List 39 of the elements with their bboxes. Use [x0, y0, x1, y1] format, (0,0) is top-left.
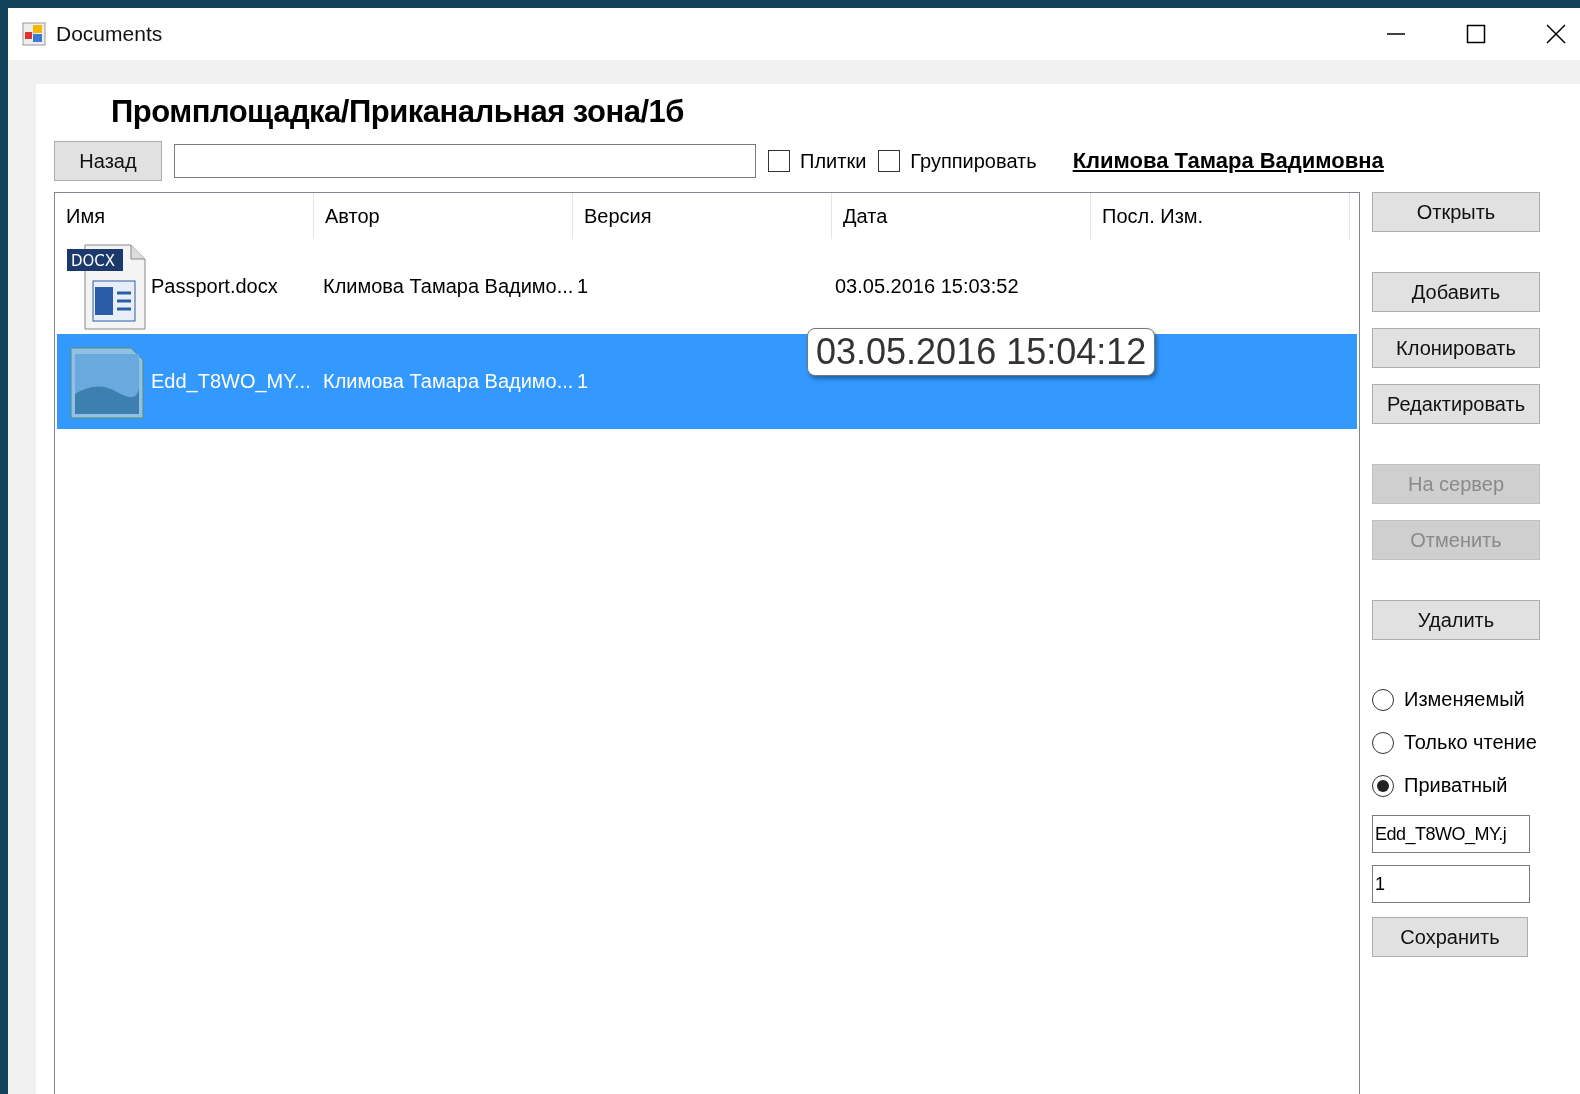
column-header[interactable]: Версия: [573, 193, 832, 239]
version-field[interactable]: 1: [1372, 865, 1530, 903]
close-icon[interactable]: [1546, 24, 1566, 44]
checkbox-label: Плитки: [800, 149, 867, 173]
author-cell-text: Климова Тамара Вадимо...: [322, 275, 575, 298]
column-header[interactable]: Имя: [55, 193, 314, 239]
file-name-field[interactable]: Edd_T8WO_MY.j: [1372, 815, 1530, 853]
action-button[interactable]: Редактировать: [1372, 384, 1540, 424]
column-header[interactable]: Посл. Изм.: [1091, 193, 1350, 239]
radio-label: Только чтение: [1404, 731, 1537, 754]
author-cell-text: Климова Тамара Вадимо...: [322, 370, 575, 393]
radio-label: Приватный: [1404, 774, 1508, 797]
version-cell-text: 1: [577, 370, 590, 393]
radio-button[interactable]: [1372, 731, 1394, 754]
version-cell-text: 1: [577, 275, 590, 298]
date-cell-text: 03.05.2016 15:03:52: [835, 275, 1020, 298]
app-icon: [22, 22, 46, 46]
user-link[interactable]: Климова Тамара Вадимовна: [1072, 148, 1384, 174]
back-button[interactable]: Назад: [54, 141, 162, 181]
radio-button[interactable]: [1372, 774, 1394, 797]
save-button[interactable]: Сохранить: [1372, 917, 1528, 957]
maximize-icon[interactable]: [1466, 24, 1486, 44]
action-button[interactable]: Открыть: [1372, 192, 1540, 232]
search-field[interactable]: [174, 144, 756, 178]
action-button[interactable]: Удалить: [1372, 600, 1540, 640]
window-title: Documents: [56, 22, 163, 46]
file-name: Passport.docx: [151, 275, 278, 298]
tooltip: 03.05.2016 15:04:12: [807, 328, 1156, 376]
checkbox-label: Группировать: [910, 149, 1037, 173]
column-header[interactable]: Автор: [314, 193, 573, 239]
action-button[interactable]: Добавить: [1372, 272, 1540, 312]
checkbox[interactable]: [878, 150, 901, 172]
action-button[interactable]: Клонировать: [1372, 328, 1540, 368]
path-title: Промплощадка/Приканальная зона/1б: [110, 94, 685, 131]
column-header[interactable]: Дата: [832, 193, 1091, 239]
radio-button[interactable]: [1372, 688, 1394, 711]
file-name: Edd_T8WO_MY...: [151, 370, 311, 393]
radio-label: Изменяемый: [1404, 688, 1525, 711]
checkbox[interactable]: [768, 150, 790, 172]
